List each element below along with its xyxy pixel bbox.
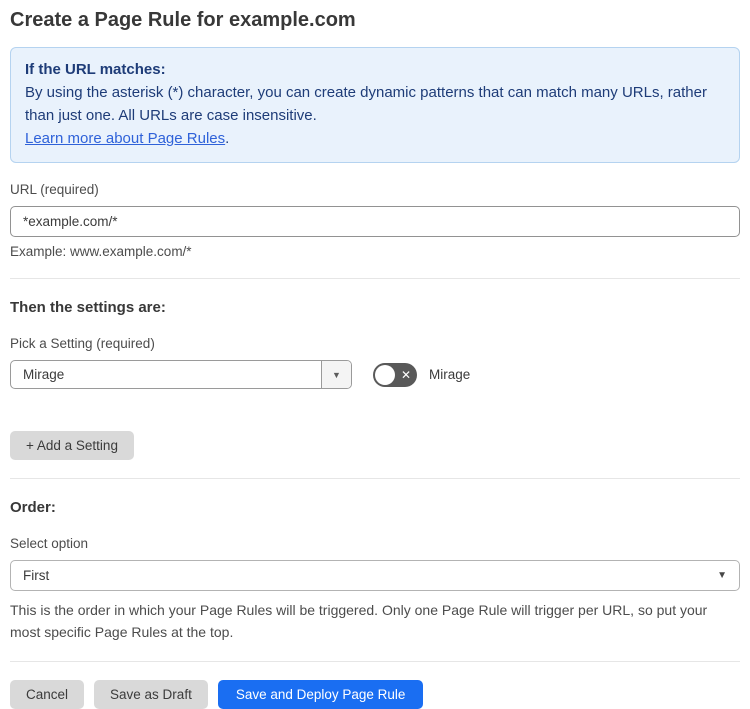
toggle-knob: [375, 364, 395, 385]
setting-dropdown[interactable]: Mirage ▼: [10, 360, 352, 389]
url-input[interactable]: [10, 206, 740, 237]
info-box-link-row: Learn more about Page Rules.: [25, 127, 725, 150]
info-box-body: By using the asterisk (*) character, you…: [25, 84, 707, 124]
footer-actions: Cancel Save as Draft Save and Deploy Pag…: [10, 680, 740, 709]
save-and-deploy-button[interactable]: Save and Deploy Page Rule: [217, 680, 424, 709]
order-select[interactable]: First ▼: [10, 560, 740, 591]
order-select-value: First: [23, 568, 50, 583]
url-field-label: URL (required): [10, 182, 99, 197]
order-section-heading: Order:: [10, 499, 56, 516]
chevron-down-icon: ▼: [717, 570, 727, 581]
create-page-rule-form: Create a Page Rule for example.com If th…: [0, 0, 750, 709]
setting-row: Mirage ▼ ✕ Mirage: [10, 360, 740, 389]
pick-setting-label: Pick a Setting (required): [10, 336, 155, 351]
add-setting-button[interactable]: + Add a Setting: [10, 431, 134, 460]
divider: [10, 478, 740, 479]
order-helper-text: This is the order in which your Page Rul…: [10, 602, 708, 640]
learn-more-link[interactable]: Learn more about Page Rules: [25, 130, 225, 147]
link-suffix: .: [225, 130, 230, 147]
divider: [10, 661, 740, 662]
url-match-info-box: If the URL matches: By using the asteris…: [10, 47, 740, 163]
cancel-button[interactable]: Cancel: [10, 680, 85, 709]
setting-dropdown-arrow-button[interactable]: ▼: [321, 361, 351, 388]
info-box-heading: If the URL matches:: [25, 61, 166, 78]
page-title: Create a Page Rule for example.com: [10, 9, 356, 31]
save-as-draft-button[interactable]: Save as Draft: [94, 680, 208, 709]
settings-section-heading: Then the settings are:: [10, 299, 166, 316]
divider: [10, 278, 740, 279]
toggle-setting-label: Mirage: [429, 367, 471, 382]
toggle-off-x-icon: ✕: [400, 367, 411, 382]
chevron-down-icon: ▼: [332, 369, 341, 380]
mirage-toggle[interactable]: ✕: [373, 362, 417, 387]
order-select-label: Select option: [10, 536, 89, 551]
url-example-helper: Example: www.example.com/*: [10, 244, 192, 259]
setting-dropdown-value: Mirage: [23, 367, 65, 382]
